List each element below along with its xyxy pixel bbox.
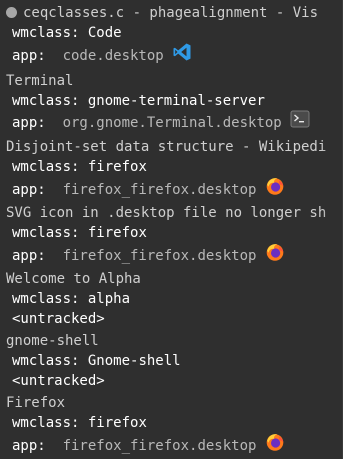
app-key: app: (12, 48, 46, 64)
window-entry: Disjoint-set data structure - Wikipedi w… (0, 137, 343, 198)
wmclass-value: Gnome-shell (87, 353, 181, 369)
wmclass-line: wmclass: Code (0, 23, 343, 43)
app-key: app: (12, 438, 46, 454)
wmclass-key: wmclass: (12, 159, 80, 175)
wmclass-line: wmclass: gnome-terminal-server (0, 91, 343, 111)
wmclass-line: wmclass: firefox (0, 223, 343, 243)
vscode-icon (172, 42, 192, 68)
window-title: SVG icon in .desktop file no longer sh (6, 205, 327, 221)
window-entry: ceqclasses.c - phagealignment - Vis wmcl… (0, 3, 343, 64)
app-key: app: (12, 182, 46, 198)
window-title: Terminal (6, 73, 74, 89)
wmclass-key: wmclass: (12, 291, 80, 307)
app-key: app: (12, 115, 46, 131)
app-value: firefox_firefox.desktop (62, 182, 257, 198)
window-title: Firefox (6, 395, 66, 411)
app-key: app: (12, 248, 46, 264)
terminal-output: ceqclasses.c - phagealignment - Vis wmcl… (0, 0, 343, 459)
firefox-icon (265, 242, 285, 268)
window-title: Welcome to Alpha (6, 271, 141, 287)
wmclass-key: wmclass: (12, 93, 80, 109)
app-value: firefox_firefox.desktop (62, 438, 257, 454)
untracked-label: <untracked> (12, 311, 105, 327)
app-value: firefox_firefox.desktop (62, 248, 257, 264)
app-line: app: firefox_firefox.desktop (0, 177, 343, 198)
wmclass-line: wmclass: firefox (0, 157, 343, 177)
window-entry: SVG icon in .desktop file no longer sh w… (0, 203, 343, 264)
window-entry: gnome-shell wmclass: Gnome-shell <untrac… (0, 331, 343, 391)
wmclass-key: wmclass: (12, 415, 80, 431)
terminal-icon (290, 110, 310, 134)
wmclass-key: wmclass: (12, 353, 80, 369)
firefox-icon (265, 176, 285, 202)
app-value: code.desktop (62, 48, 164, 64)
wmclass-line: wmclass: firefox (0, 413, 343, 433)
wmclass-value: gnome-terminal-server (87, 93, 265, 109)
wmclass-key: wmclass: (12, 225, 80, 241)
wmclass-value: firefox (87, 225, 147, 241)
wmclass-line: wmclass: Gnome-shell (0, 351, 343, 371)
wmclass-value: firefox (87, 159, 147, 175)
status-dot-icon (6, 6, 17, 18)
app-line: app: org.gnome.Terminal.desktop (0, 110, 343, 134)
window-title-line: ceqclasses.c - phagealignment - Vis (0, 3, 343, 23)
untracked-label: <untracked> (12, 373, 105, 389)
window-title: Disjoint-set data structure - Wikipedi (6, 139, 327, 155)
app-line: app: code.desktop (0, 43, 343, 64)
wmclass-key: wmclass: (12, 25, 80, 41)
app-value: org.gnome.Terminal.desktop (62, 115, 282, 131)
window-entry: Firefox wmclass: firefox app: firefox_fi… (0, 393, 343, 454)
wmclass-line: wmclass: alpha (0, 289, 343, 309)
wmclass-value: Code (87, 25, 122, 41)
window-title: gnome-shell (6, 333, 99, 349)
wmclass-value: firefox (87, 415, 147, 431)
window-entry: Terminal wmclass: gnome-terminal-server … (0, 71, 343, 131)
window-title: ceqclasses.c - phagealignment - Vis (23, 5, 319, 21)
firefox-icon (265, 432, 285, 458)
window-entry: Welcome to Alpha wmclass: alpha <untrack… (0, 269, 343, 329)
app-line: app: firefox_firefox.desktop (0, 433, 343, 454)
wmclass-value: alpha (87, 291, 131, 307)
app-line: app: firefox_firefox.desktop (0, 243, 343, 264)
